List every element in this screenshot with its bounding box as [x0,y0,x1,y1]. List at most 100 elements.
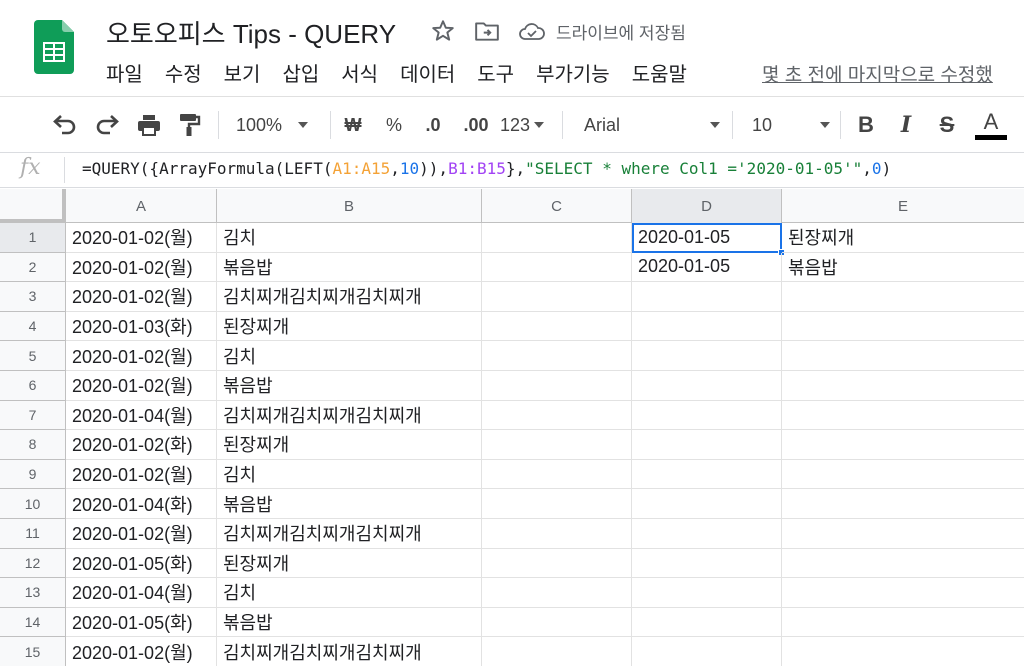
cell-a4[interactable]: 2020-01-03(화) [66,311,217,342]
document-title[interactable]: 오토오피스 Tips - QUERY [106,14,396,51]
cell-d9[interactable] [632,459,782,490]
cell-e12[interactable] [782,549,1024,579]
row-header[interactable]: 6 [0,371,66,401]
font-size-select[interactable]: 10 [752,107,830,143]
cell-d1[interactable]: 2020-01-05 [632,223,785,256]
formula-input[interactable]: =QUERY({ArrayFormula(LEFT(A1:A15,10)),B1… [82,159,891,178]
cell-b5[interactable]: 김치 [217,341,482,371]
cell-c13[interactable] [482,578,632,608]
cell-a7[interactable]: 2020-01-04(월) [66,400,217,431]
increase-decimal-button[interactable]: .00 [460,107,492,143]
sheets-logo-icon[interactable] [34,20,74,74]
menu-tools[interactable]: 도구 [477,58,514,87]
cell-d10[interactable] [632,489,782,519]
cell-d7[interactable] [632,400,782,431]
column-header-d[interactable]: D [632,189,782,223]
cell-d11[interactable] [632,519,782,549]
cell-c11[interactable] [482,519,632,549]
cell-b12[interactable]: 된장찌개 [217,548,482,579]
row-header[interactable]: 12 [0,548,66,579]
cell-a13[interactable]: 2020-01-04(월) [66,578,217,608]
cell-b3[interactable]: 김치찌개김치찌개김치찌개 [217,282,482,312]
cell-e1[interactable]: 된장찌개 [782,223,1024,253]
bold-button[interactable]: B [854,107,878,143]
menu-view[interactable]: 보기 [224,58,261,87]
italic-button[interactable]: I [894,107,918,143]
row-header[interactable]: 1 [0,223,66,253]
cell-d4[interactable] [632,311,782,342]
cell-e9[interactable] [782,460,1024,490]
cell-a6[interactable]: 2020-01-02(월) [66,371,217,401]
select-all-corner[interactable] [0,189,66,223]
cell-e10[interactable] [782,489,1024,519]
menu-edit[interactable]: 수정 [165,58,202,87]
star-icon[interactable] [430,18,456,44]
column-header-e[interactable]: E [782,189,1024,223]
menu-insert[interactable]: 삽입 [282,58,319,87]
currency-format-button[interactable]: ₩ [340,107,366,143]
cell-c4[interactable] [482,311,632,342]
cell-d2[interactable]: 2020-01-05 [632,252,782,283]
cell-a8[interactable]: 2020-01-02(화) [66,430,217,460]
row-header[interactable]: 4 [0,311,66,342]
row-header[interactable]: 3 [0,282,66,312]
cell-e14[interactable] [782,608,1024,638]
cell-a2[interactable]: 2020-01-02(월) [66,252,217,283]
cell-b4[interactable]: 된장찌개 [217,311,482,342]
cell-e4[interactable] [782,312,1024,342]
cell-d8[interactable] [632,430,782,460]
cell-e7[interactable] [782,401,1024,431]
cell-d6[interactable] [632,371,782,401]
cell-c5[interactable] [482,341,632,371]
cell-c2[interactable] [482,252,632,283]
percent-format-button[interactable]: % [382,107,406,143]
cell-b15[interactable]: 김치찌개김치찌개김치찌개 [217,637,482,666]
cell-c12[interactable] [482,548,632,579]
cell-b11[interactable]: 김치찌개김치찌개김치찌개 [217,519,482,549]
cell-c10[interactable] [482,489,632,519]
cell-b7[interactable]: 김치찌개김치찌개김치찌개 [217,400,482,431]
cell-c15[interactable] [482,637,632,666]
cell-c3[interactable] [482,282,632,312]
cell-b2[interactable]: 볶음밥 [217,252,482,283]
cell-a9[interactable]: 2020-01-02(월) [66,459,217,490]
cell-e13[interactable] [782,578,1024,608]
zoom-select[interactable]: 100% [236,107,322,143]
cell-d14[interactable] [632,607,782,638]
column-header-c[interactable]: C [482,189,632,223]
cell-b13[interactable]: 김치 [217,578,482,608]
cell-e15[interactable] [782,637,1024,666]
move-folder-icon[interactable] [474,19,500,43]
paint-format-icon[interactable] [174,107,204,143]
cell-e3[interactable] [782,282,1024,312]
cell-b9[interactable]: 김치 [217,459,482,490]
more-formats-select[interactable]: 123 [500,107,552,143]
row-header[interactable]: 5 [0,341,66,371]
cell-a15[interactable]: 2020-01-02(월) [66,637,217,666]
strikethrough-button[interactable]: S [934,107,960,143]
cell-d5[interactable] [632,341,782,371]
last-edit-link[interactable]: 몇 초 전에 마지막으로 수정했 [762,60,1024,87]
row-header[interactable]: 2 [0,252,66,283]
cell-b6[interactable]: 볶음밥 [217,371,482,401]
menu-help[interactable]: 도움말 [632,58,687,87]
row-header[interactable]: 14 [0,607,66,638]
cloud-saved-icon[interactable] [518,20,546,42]
row-header[interactable]: 7 [0,400,66,431]
cell-d3[interactable] [632,282,782,312]
cell-b14[interactable]: 볶음밥 [217,607,482,638]
cell-a5[interactable]: 2020-01-02(월) [66,341,217,371]
cell-b8[interactable]: 된장찌개 [217,430,482,460]
cell-d12[interactable] [632,548,782,579]
cell-c8[interactable] [482,430,632,460]
cell-a12[interactable]: 2020-01-05(화) [66,548,217,579]
cell-e6[interactable] [782,371,1024,401]
decrease-decimal-button[interactable]: .0 [420,107,446,143]
cell-b10[interactable]: 볶음밥 [217,489,482,519]
cell-d13[interactable] [632,578,782,608]
menu-file[interactable]: 파일 [106,58,143,87]
print-icon[interactable] [134,107,164,143]
cell-e5[interactable] [782,341,1024,371]
row-header[interactable]: 10 [0,489,66,519]
column-header-b[interactable]: B [217,189,482,223]
